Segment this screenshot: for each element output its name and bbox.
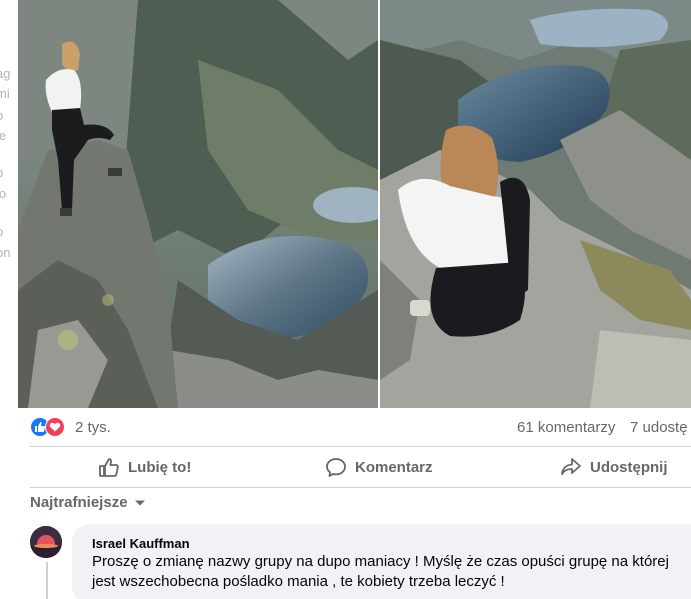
comment-sort-label: Najtrafniejsze	[30, 494, 128, 511]
post-photo-sitting[interactable]	[380, 0, 691, 408]
post-card: 2 tys. 61 komentarzy 7 udostę Lubię to! …	[18, 0, 691, 599]
avatar[interactable]	[30, 526, 62, 558]
comment-sort-dropdown[interactable]: Najtrafniejsze	[30, 494, 146, 511]
like-button[interactable]: Lubię to!	[98, 447, 191, 487]
photo-mountain-standing	[18, 0, 378, 408]
reaction-icons[interactable]	[30, 417, 70, 437]
shares-count[interactable]: 7 udostę	[630, 419, 688, 436]
comment-bubble: Israel Kauffman Proszę o zmianę nazwy gr…	[72, 524, 691, 599]
like-button-label: Lubię to!	[128, 458, 192, 476]
share-icon	[561, 458, 581, 475]
sidebar-text-fragment: p	[0, 224, 3, 239]
comment-item: Israel Kauffman Proszę o zmianę nazwy gr…	[30, 522, 691, 599]
divider	[30, 487, 691, 488]
reaction-count[interactable]: 2 tys.	[75, 419, 111, 436]
sidebar-text-fragment: p	[0, 108, 3, 123]
share-button-label: Udostępnij	[590, 458, 668, 476]
thread-line	[46, 562, 48, 599]
comment-button-label: Komentarz	[355, 458, 433, 476]
post-stats-row: 2 tys. 61 komentarzy 7 udostę	[18, 408, 691, 446]
comment-author[interactable]: Israel Kauffman	[92, 536, 190, 551]
sidebar-text-fragment: ło	[0, 186, 7, 201]
comment-text: Proszę o zmianę nazwy grupy na dupo mani…	[92, 553, 669, 590]
comment-button[interactable]: Komentarz	[325, 447, 433, 487]
sidebar-text-fragment: ag	[0, 66, 11, 81]
share-button[interactable]: Udostępnij	[560, 447, 668, 487]
sidebar-text-fragment: ie	[0, 128, 7, 143]
post-actions: Lubię to! Komentarz Udostępnij	[18, 447, 691, 487]
left-sidebar-fragment: ag mi p ie p ło p on	[0, 0, 18, 599]
comments-count[interactable]: 61 komentarzy	[517, 419, 615, 436]
comment-icon	[326, 458, 346, 477]
thumbs-up-icon	[99, 458, 119, 477]
caret-down-icon	[134, 500, 145, 505]
love-icon	[45, 417, 65, 437]
sidebar-text-fragment: mi	[0, 86, 10, 101]
post-photo-standing[interactable]	[18, 0, 378, 408]
sidebar-text-fragment: on	[0, 245, 11, 260]
photo-mountain-sitting	[380, 0, 691, 408]
sidebar-text-fragment: p	[0, 165, 3, 180]
